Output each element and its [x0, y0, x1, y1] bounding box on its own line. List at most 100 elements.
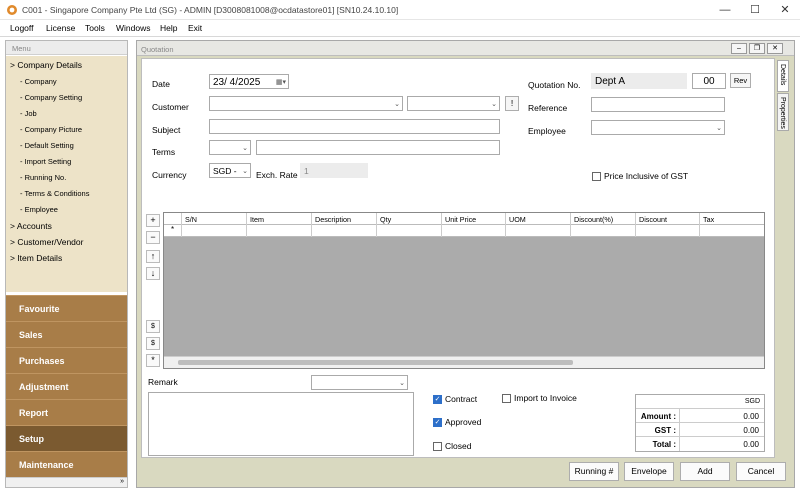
col-unit-price[interactable]: Unit Price: [442, 213, 506, 225]
cell-unit-price[interactable]: [442, 225, 506, 237]
minimize-child-button[interactable]: –: [731, 43, 747, 54]
cell-description[interactable]: [312, 225, 377, 237]
cell-discount[interactable]: [636, 225, 700, 237]
quotation-seq-field[interactable]: 00: [692, 73, 726, 89]
rev-button[interactable]: Rev: [730, 73, 751, 88]
section-adjustment[interactable]: Adjustment: [6, 373, 127, 399]
tree-import-setting[interactable]: - Import Setting: [20, 157, 71, 166]
menu-help[interactable]: Help: [160, 23, 177, 33]
approved-checkbox[interactable]: ✓: [433, 418, 442, 427]
col-tax[interactable]: Tax: [700, 213, 764, 225]
table-row[interactable]: *: [164, 225, 764, 237]
grid-horizontal-scrollbar[interactable]: [164, 356, 764, 368]
gst-row: GST : 0.00: [636, 423, 764, 437]
menu-logoff[interactable]: Logoff: [10, 23, 33, 33]
tree-item-details[interactable]: > Item Details: [10, 253, 62, 263]
col-discount-pct[interactable]: Discount(%): [571, 213, 636, 225]
add-row-button[interactable]: +: [146, 214, 160, 227]
subject-input[interactable]: [209, 119, 500, 134]
calendar-icon[interactable]: ▦▾: [276, 78, 286, 86]
close-child-button[interactable]: ✕: [767, 43, 783, 54]
minimize-button[interactable]: —: [710, 0, 740, 20]
terms-description-input[interactable]: [256, 140, 500, 155]
tree-company-setting[interactable]: - Company Setting: [20, 93, 82, 102]
section-setup[interactable]: Setup: [6, 425, 127, 451]
section-sales[interactable]: Sales: [6, 321, 127, 347]
col-description[interactable]: Description: [312, 213, 377, 225]
customer-secondary-select[interactable]: ⌄: [407, 96, 500, 111]
tree-default-setting[interactable]: - Default Setting: [20, 141, 74, 150]
price-inclusive-label: Price Inclusive of GST: [604, 171, 689, 181]
tree-company-picture[interactable]: - Company Picture: [20, 125, 82, 134]
contract-checkbox[interactable]: ✓: [433, 395, 442, 404]
tree-accounts[interactable]: > Accounts: [10, 221, 52, 231]
employee-select[interactable]: ⌄: [591, 120, 725, 135]
tab-properties[interactable]: Properties: [777, 93, 789, 131]
closed-checkbox[interactable]: [433, 442, 442, 451]
closed-label: Closed: [445, 441, 472, 451]
cell-sn[interactable]: [182, 225, 247, 237]
date-picker[interactable]: 23/ 4/2025 ▦▾: [209, 74, 289, 89]
cancel-button[interactable]: Cancel: [736, 462, 786, 481]
quotation-header: Quotation – ❐ ✕: [137, 41, 794, 56]
items-grid[interactable]: S/N Item Description Qty Unit Price UOM …: [163, 212, 765, 369]
close-window-button[interactable]: ✕: [770, 0, 800, 20]
section-purchases[interactable]: Purchases: [6, 347, 127, 373]
expand-icon[interactable]: »: [120, 478, 124, 485]
currency-select[interactable]: SGD - ⌄: [209, 163, 251, 178]
cell-discount-pct[interactable]: [571, 225, 636, 237]
tree-company-details[interactable]: > Company Details: [10, 60, 82, 70]
envelope-button[interactable]: Envelope: [624, 462, 674, 481]
cell-qty[interactable]: [377, 225, 442, 237]
running-number-button[interactable]: Running #: [569, 462, 619, 481]
col-discount[interactable]: Discount: [636, 213, 700, 225]
date-label: Date: [152, 79, 170, 89]
reference-input[interactable]: [591, 97, 725, 112]
approved-label: Approved: [445, 417, 482, 427]
reference-label: Reference: [528, 103, 568, 113]
remove-row-button[interactable]: −: [146, 231, 160, 244]
menu-exit[interactable]: Exit: [188, 23, 202, 33]
cell-tax[interactable]: [700, 225, 764, 237]
remark-template-select[interactable]: ⌄: [311, 375, 408, 390]
maximize-button[interactable]: ☐: [740, 0, 770, 20]
customer-lookup-button[interactable]: !: [505, 96, 519, 111]
move-down-button[interactable]: ↓: [146, 267, 160, 280]
price-inclusive-checkbox[interactable]: [592, 172, 601, 181]
tree-terms-conditions[interactable]: - Terms & Conditions: [20, 189, 89, 198]
special-button[interactable]: *: [146, 354, 160, 367]
cell-item[interactable]: [247, 225, 312, 237]
section-maintenance[interactable]: Maintenance: [6, 451, 127, 477]
remark-label: Remark: [148, 377, 178, 387]
gst-value: 0.00: [743, 426, 759, 435]
terms-select[interactable]: ⌄: [209, 140, 251, 155]
price-button[interactable]: $: [146, 320, 160, 333]
col-uom[interactable]: UOM: [506, 213, 571, 225]
tree-employee[interactable]: - Employee: [20, 205, 58, 214]
tree-running-no[interactable]: - Running No.: [20, 173, 66, 182]
remark-textarea[interactable]: [148, 392, 414, 456]
quotation-dept-field[interactable]: Dept A: [591, 73, 687, 89]
section-report[interactable]: Report: [6, 399, 127, 425]
col-sn[interactable]: S/N: [182, 213, 247, 225]
col-item[interactable]: Item: [247, 213, 312, 225]
import-to-invoice-checkbox[interactable]: [502, 394, 511, 403]
col-qty[interactable]: Qty: [377, 213, 442, 225]
scroll-thumb[interactable]: [178, 360, 573, 365]
cell-uom[interactable]: [506, 225, 571, 237]
menu-windows[interactable]: Windows: [116, 23, 150, 33]
restore-child-button[interactable]: ❐: [749, 43, 765, 54]
tab-details[interactable]: Details: [777, 60, 789, 92]
menu-tools[interactable]: Tools: [85, 23, 105, 33]
price-history-button[interactable]: $: [146, 337, 160, 350]
move-up-button[interactable]: ↑: [146, 250, 160, 263]
menu-license[interactable]: License: [46, 23, 75, 33]
tree-company[interactable]: - Company: [20, 77, 57, 86]
chevron-down-icon: ⌄: [394, 101, 400, 108]
tree-customer-vendor[interactable]: > Customer/Vendor: [10, 237, 83, 247]
customer-select[interactable]: ⌄: [209, 96, 403, 111]
section-favourite[interactable]: Favourite: [6, 295, 127, 321]
add-button[interactable]: Add: [680, 462, 730, 481]
exch-rate-input[interactable]: 1: [300, 163, 368, 178]
tree-job[interactable]: - Job: [20, 109, 37, 118]
